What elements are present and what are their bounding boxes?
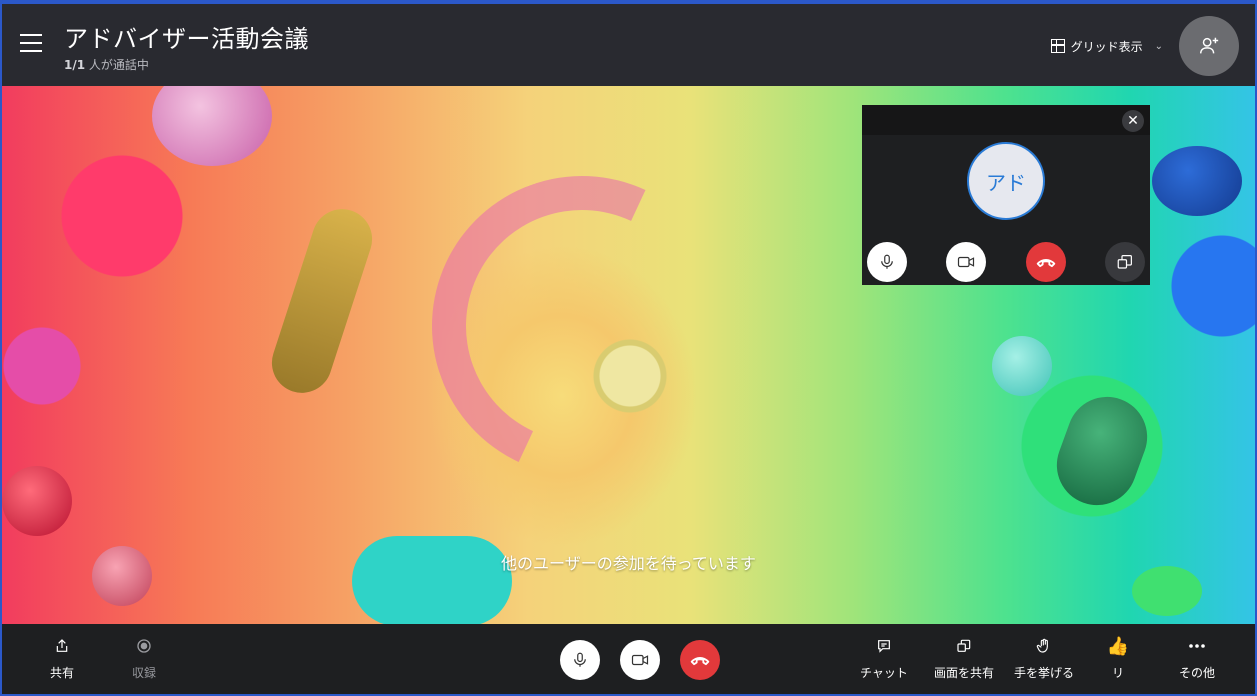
grid-icon	[1050, 39, 1065, 53]
hang-up-icon	[1036, 259, 1056, 268]
close-preview-button[interactable]: ✕	[1122, 110, 1144, 132]
microphone-icon	[574, 652, 586, 667]
self-preview-panel[interactable]: ✕ アド	[862, 105, 1150, 285]
raise-hand-button[interactable]: 手を挙げる	[1014, 636, 1074, 681]
switch-view-button[interactable]	[1105, 242, 1145, 282]
chat-label: チャット	[860, 666, 908, 680]
background-decoration	[1152, 146, 1242, 216]
share-button[interactable]: 共有	[50, 636, 74, 681]
call-title: アドバイザー活動会議	[64, 25, 309, 53]
grid-view-label: グリッド表示	[1070, 39, 1143, 54]
waiting-message: 他のユーザーの参加を待っています	[501, 554, 756, 573]
hang-up-button[interactable]	[680, 640, 720, 680]
share-label: 共有	[50, 666, 75, 680]
more-icon	[1187, 636, 1207, 656]
background-decoration	[2, 466, 72, 536]
chat-button[interactable]: チャット	[860, 636, 908, 681]
add-people-button[interactable]	[1179, 16, 1239, 76]
grid-view-toggle[interactable]: グリッド表示 ⌄	[1050, 36, 1163, 56]
preview-video-button[interactable]	[946, 242, 986, 282]
react-label: リ	[1111, 666, 1124, 680]
chevron-down-icon: ⌄	[1154, 40, 1163, 52]
menu-icon[interactable]	[20, 34, 42, 52]
call-header: アドバイザー活動会議 1/1 人が通話中 グリッド表示 ⌄	[2, 4, 1255, 86]
microphone-icon	[881, 254, 893, 269]
share-icon	[52, 636, 72, 656]
participant-count-number: 1/1	[64, 58, 86, 72]
video-camera-icon	[957, 256, 975, 268]
self-avatar: アド	[967, 142, 1045, 220]
participant-count-suffix: 人が通話中	[85, 58, 149, 72]
record-button[interactable]: 収録	[132, 636, 156, 681]
preview-mute-button[interactable]	[867, 242, 907, 282]
screen-share-icon	[954, 636, 974, 656]
preview-hang-up-button[interactable]	[1026, 242, 1066, 282]
background-decoration	[992, 336, 1052, 396]
self-preview-titlebar[interactable]	[862, 105, 1150, 135]
app-window: アドバイザー活動会議 1/1 人が通話中 グリッド表示 ⌄ 他のユーザーの参加を…	[0, 0, 1257, 696]
thumbs-up-icon: 👍	[1106, 635, 1130, 657]
add-person-icon	[1200, 37, 1219, 54]
background-decoration	[264, 201, 380, 401]
raise-hand-icon	[1034, 636, 1054, 656]
background-decoration	[1045, 385, 1159, 517]
background-decoration	[152, 86, 272, 166]
chat-icon	[874, 636, 894, 656]
raise-hand-label: 手を挙げる	[1014, 666, 1075, 680]
screen-share-button[interactable]: 画面を共有	[934, 636, 994, 681]
record-label: 収録	[132, 666, 157, 680]
more-label: その他	[1179, 666, 1216, 680]
mute-button[interactable]	[560, 640, 600, 680]
background-decoration	[389, 133, 775, 519]
screen-share-label: 画面を共有	[934, 666, 995, 680]
react-button[interactable]: 👍 リ	[1106, 635, 1130, 681]
video-camera-icon	[631, 654, 649, 666]
call-toolbar: 共有 収録 チャット 画面を共有 手を挙げる 👍 リ その他	[2, 624, 1255, 694]
video-toggle-button[interactable]	[620, 640, 660, 680]
participant-count: 1/1 人が通話中	[64, 56, 149, 73]
more-button[interactable]: その他	[1179, 636, 1215, 681]
record-icon	[134, 636, 154, 656]
switch-camera-icon	[1117, 255, 1132, 269]
hang-up-icon	[690, 657, 710, 666]
